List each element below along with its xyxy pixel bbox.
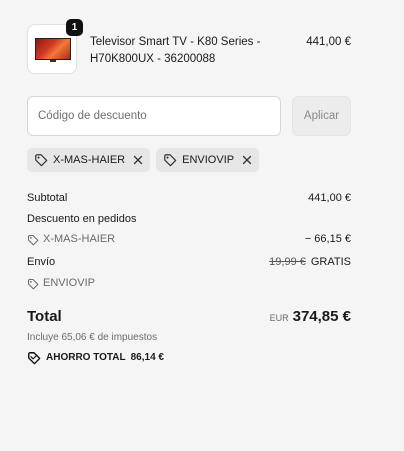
applied-discount-codes: X-MAS-HAIER ENVIOVIP [27,148,260,172]
apply-discount-button[interactable]: Aplicar [292,96,351,136]
tag-icon [27,278,39,289]
shipping-code: ENVIOVIP [27,276,95,291]
total-amount: EUR 374,85 € [270,306,351,329]
order-discount-code-row: X-MAS-HAIER − 66,15 € [27,232,353,247]
product-name: Televisor Smart TV - K80 Series - H70K80… [90,34,270,68]
tv-stand [50,60,56,62]
subtotal-value: 441,00 € [308,192,351,204]
product-name-line-1: Televisor Smart TV - K80 Series - [90,36,261,48]
discount-tag-enviovip: ENVIOVIP [156,148,260,172]
product-line-item: 1 Televisor Smart TV - K80 Series - H70K… [27,19,353,78]
subtotal-row: Subtotal 441,00 € [27,191,353,206]
order-discount-value: − 66,15 € [304,233,351,245]
savings-value: 86,14 € [130,352,164,363]
tag-icon [164,154,177,167]
savings-label: AHORRO TOTAL [46,352,126,363]
close-icon[interactable] [133,155,143,165]
shipping-value-group: 19,99 € GRATIS [269,255,351,270]
tag-icon [35,154,48,167]
total-row: Total EUR 374,85 € [27,306,353,328]
total-label: Total [27,308,62,325]
savings-tag-icon [28,352,41,365]
tag-icon [27,234,39,245]
product-name-line-2: H70K800UX - 36200088 [90,53,216,65]
shipping-code-label: ENVIOVIP [43,277,95,289]
close-icon[interactable] [242,155,252,165]
product-price: 441,00 € [306,36,351,48]
subtotal-label: Subtotal [27,192,68,204]
shipping-row: Envío 19,99 € GRATIS [27,255,353,270]
shipping-original-price: 19,99 € [269,256,306,268]
discount-tag-label: X-MAS-HAIER [53,154,126,166]
tv-image [35,38,71,60]
order-discount-row: Descuento en pedidos [27,212,353,227]
quantity-badge: 1 [66,19,83,36]
total-currency: EUR [269,313,289,323]
shipping-code-row: ENVIOVIP [27,276,353,291]
shipping-label: Envío [27,256,56,268]
discount-tag-label: ENVIOVIP [182,154,235,166]
discount-code-input[interactable] [27,96,281,136]
shipping-value: GRATIS [310,256,351,268]
total-value: 374,85 € [292,308,351,325]
discount-tag-x-mas-haier: X-MAS-HAIER [27,148,151,172]
taxes-note: Incluye 65,06 € de impuestos [27,332,158,343]
order-discount-code-label: X-MAS-HAIER [43,233,116,245]
order-discount-label: Descuento en pedidos [27,213,137,225]
total-savings: AHORRO TOTAL 86,14 € [27,351,164,365]
order-discount-code: X-MAS-HAIER [27,232,115,247]
